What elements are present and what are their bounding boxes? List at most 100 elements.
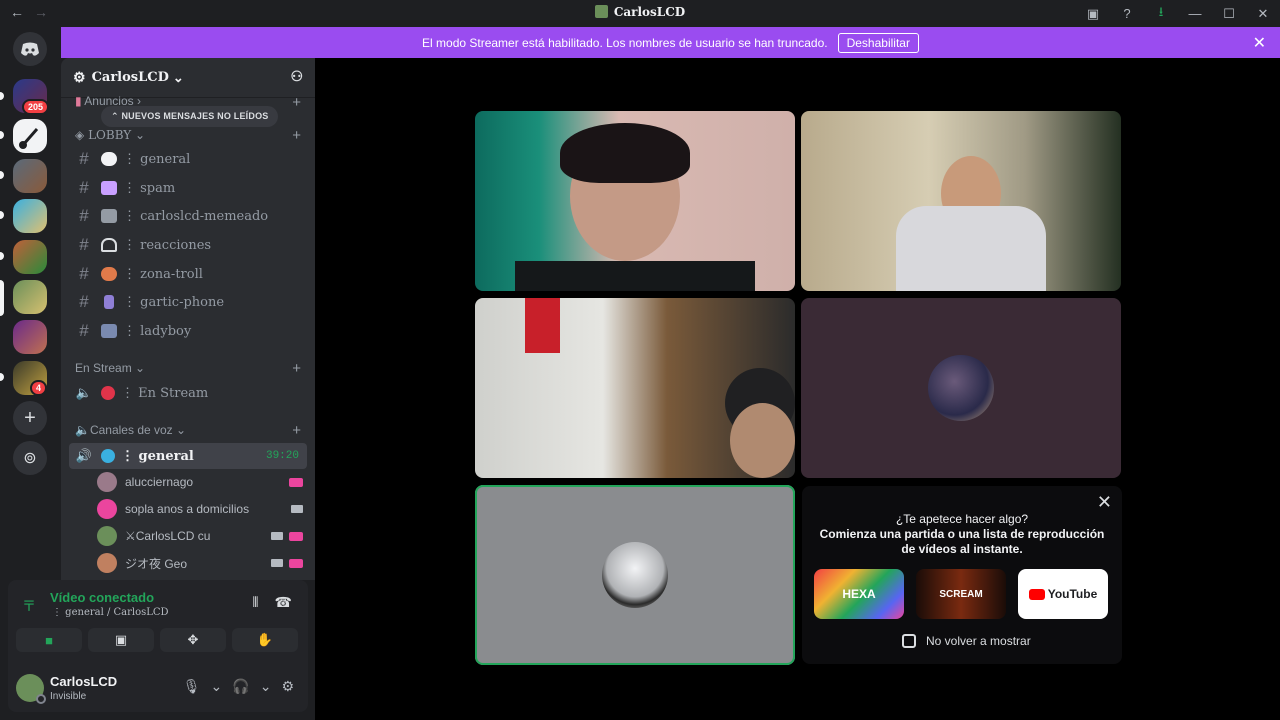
screen-share-button[interactable]: ▣ (88, 628, 154, 652)
voice-user-name: ⚔CarlosLCD cu (125, 529, 211, 543)
category-en-stream[interactable]: En Stream ⌄ (75, 361, 145, 375)
channel-sidebar: ⚙ CarlosLCD ⌄ ⚇ ▮ Anuncios › + ⌃ NUEVOS … (61, 58, 315, 580)
activity-cards: HEXA SCREAM YouTube (814, 569, 1108, 619)
add-channel-icon[interactable]: + (292, 360, 301, 377)
voice-user-name: sopla anos a domicilios (125, 502, 250, 516)
video-tile[interactable] (801, 111, 1121, 291)
close-icon[interactable]: ✕ (1253, 33, 1266, 53)
voice-user[interactable]: alucciernago (97, 470, 303, 494)
add-server-icon[interactable]: + (13, 401, 47, 435)
activity-card-youtube[interactable]: YouTube (1018, 569, 1108, 619)
inbox-icon[interactable]: ▣ (1076, 0, 1110, 27)
channel-gartic-phone[interactable]: # ⋮ gartic-phone (69, 289, 307, 315)
server-icon-carloslcd[interactable] (13, 280, 47, 314)
channel-name: ⋮ spam (123, 180, 176, 196)
channel-ladyboy[interactable]: # ⋮ ladyboy (69, 318, 307, 344)
user-controls: 🎙 ⌄ 🎧 ⌄ ⚙ (183, 678, 294, 695)
channel-name: ⋮ zona-troll (123, 266, 203, 282)
soundboard-icon[interactable]: ⦀ (252, 594, 258, 611)
soundboard-button[interactable]: ✋ (232, 628, 298, 652)
add-channel-icon[interactable]: + (292, 94, 301, 111)
headphones-icon[interactable]: 🎧 (232, 678, 249, 695)
server-icon-3[interactable] (13, 159, 47, 193)
category-canales-de-voz[interactable]: 🔈Canales de voz ⌄ (75, 423, 186, 437)
user-panel: CarlosLCD Invisible 🎙 ⌄ 🎧 ⌄ ⚙ (8, 664, 308, 712)
channel-spam[interactable]: # ⋮ spam (69, 175, 307, 201)
discover-icon[interactable]: ⊚ (13, 441, 47, 475)
server-badge-icon: ⚙ (73, 69, 86, 86)
activity-prompt-line: de vídeos al instante. (901, 542, 1023, 556)
dont-show-again-checkbox[interactable]: No volver a mostrar (902, 634, 1031, 648)
headphones-icon (101, 238, 117, 252)
add-channel-icon[interactable]: + (292, 127, 301, 144)
signal-strength-icon[interactable]: 〒 (22, 596, 36, 616)
gear-icon[interactable]: ⚙ (281, 678, 294, 695)
maximize-icon[interactable]: ☐ (1212, 0, 1246, 27)
disconnect-icon[interactable]: ☎ (275, 594, 292, 611)
troll-face-icon (101, 267, 117, 281)
help-icon[interactable]: ? (1110, 0, 1144, 27)
add-channel-icon[interactable]: + (292, 422, 301, 439)
chevron-down-icon[interactable]: ⌄ (260, 678, 272, 695)
category-lobby[interactable]: ◈ LOBBY ⌄ (75, 128, 145, 142)
voice-channel-path[interactable]: ⋮ general / CarlosLCD (52, 607, 169, 618)
disable-streamer-button[interactable]: Deshabilitar (837, 32, 919, 53)
avatar (602, 542, 668, 608)
server-icon-7[interactable] (13, 320, 47, 354)
activity-card-label: YouTube (1047, 587, 1098, 601)
chevron-down-icon: ⌄ (135, 361, 146, 375)
close-icon[interactable]: ✕ (1097, 492, 1112, 513)
voice-status-title[interactable]: Vídeo conectado (50, 590, 154, 605)
avatar (97, 553, 117, 573)
activities-button[interactable]: ✥ (160, 628, 226, 652)
live-stream-icon (289, 531, 303, 541)
channel-carloslcd-memeado[interactable]: # ⋮ carloslcd-memeado (69, 203, 307, 229)
channel-reacciones[interactable]: # ⋮ reacciones (69, 232, 307, 258)
minimize-icon[interactable]: — (1178, 0, 1212, 27)
video-tile[interactable] (475, 111, 795, 291)
activity-card-label: HEXA (842, 587, 876, 601)
close-icon[interactable]: ✕ (1246, 0, 1280, 27)
server-icon-2[interactable] (13, 119, 47, 153)
invite-people-icon[interactable]: ⚇ (290, 69, 303, 85)
participant-hair (560, 123, 690, 183)
username[interactable]: CarlosLCD (50, 674, 117, 689)
camera-toggle-button[interactable]: ■ (16, 628, 82, 652)
activity-prompt-line: Comienza una partida o una lista de repr… (819, 527, 1105, 541)
voice-channel-general[interactable]: 🔊 ⋮ general 39:20 (69, 443, 307, 469)
chevron-down-icon: ⌄ (135, 128, 146, 142)
checkbox-icon[interactable] (902, 634, 916, 648)
stage-speaker-icon: 🔈 (75, 385, 93, 400)
video-tile-self[interactable] (475, 485, 795, 665)
category-label: En Stream (75, 361, 132, 375)
download-icon[interactable]: ⭳ (1144, 0, 1178, 27)
avatar (97, 499, 117, 519)
wizard-icon (101, 181, 117, 195)
video-tile[interactable] (475, 298, 795, 478)
voice-user[interactable]: sopla anos a domicilios (97, 497, 303, 521)
new-unread-messages-pill[interactable]: ⌃ NUEVOS MENSAJES NO LEÍDOS (101, 106, 279, 127)
voice-user[interactable]: ジオ夜 Geo (97, 551, 303, 575)
server-icon-4[interactable] (13, 199, 47, 233)
channel-name: ⋮ carloslcd-memeado (123, 208, 269, 224)
activity-card-label: SCREAM (939, 588, 983, 600)
voice-actions: ⦀ ☎ (252, 594, 292, 611)
checkbox-label: No volver a mostrar (926, 634, 1031, 648)
channel-name: ⋮ general (121, 448, 194, 464)
live-stream-icon (289, 477, 303, 487)
video-tile-camera-off[interactable] (801, 298, 1121, 478)
activity-card-scream[interactable]: SCREAM (916, 569, 1006, 619)
globe-icon (101, 449, 115, 463)
server-header[interactable]: ⚙ CarlosLCD ⌄ ⚇ (61, 58, 315, 98)
discord-home-icon[interactable] (13, 32, 47, 66)
activity-card-hexa[interactable]: HEXA (814, 569, 904, 619)
channel-en-stream[interactable]: 🔈 ⋮ En Stream (69, 380, 307, 406)
title-bar: ← → CarlosLCD ▣ ? ⭳ — ☐ ✕ (0, 0, 1280, 27)
voice-user[interactable]: ⚔CarlosLCD cu (97, 524, 303, 548)
activity-suggestion-panel: ✕ ¿Te apetece hacer algo? Comienza una p… (802, 486, 1122, 664)
channel-zona-troll[interactable]: # ⋮ zona-troll (69, 261, 307, 287)
microphone-icon[interactable]: 🎙 (183, 678, 201, 695)
channel-general[interactable]: # ⋮ general (69, 146, 307, 172)
server-icon-5[interactable] (13, 240, 47, 274)
chevron-down-icon[interactable]: ⌄ (211, 678, 223, 695)
